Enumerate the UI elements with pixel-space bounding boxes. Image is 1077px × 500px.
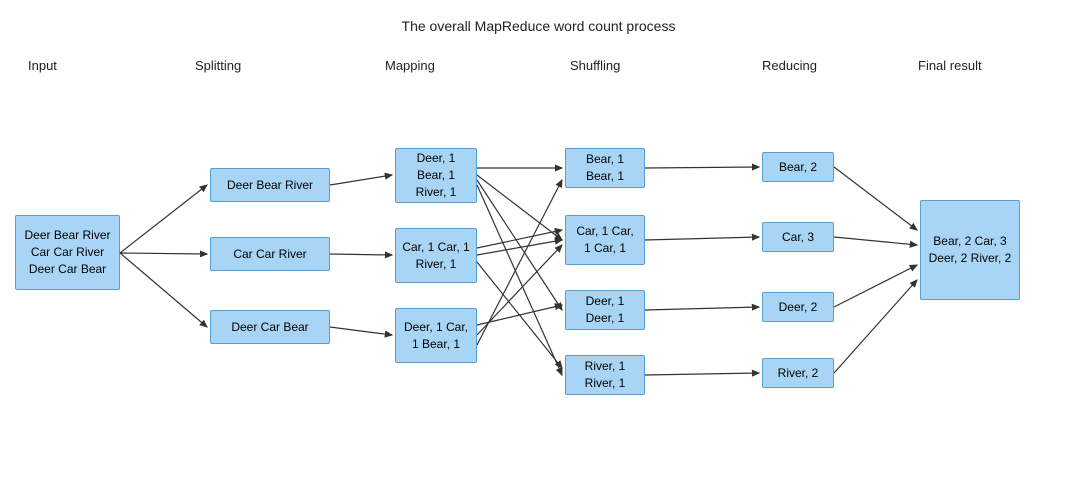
- label-splitting: Splitting: [195, 58, 241, 73]
- map2-box: Car, 1 Car, 1 River, 1: [395, 228, 477, 283]
- split1-box: Deer Bear River: [210, 168, 330, 202]
- red2-box: Car, 3: [762, 222, 834, 252]
- label-shuffling: Shuffling: [570, 58, 620, 73]
- map1-box: Deer, 1 Bear, 1 River, 1: [395, 148, 477, 203]
- label-final: Final result: [918, 58, 982, 73]
- label-input: Input: [28, 58, 57, 73]
- split2-box: Car Car River: [210, 237, 330, 271]
- label-mapping: Mapping: [385, 58, 435, 73]
- final-box: Bear, 2 Car, 3 Deer, 2 River, 2: [920, 200, 1020, 300]
- shuf4-box: River, 1 River, 1: [565, 355, 645, 395]
- red4-box: River, 2: [762, 358, 834, 388]
- shuf3-box: Deer, 1 Deer, 1: [565, 290, 645, 330]
- label-reducing: Reducing: [762, 58, 817, 73]
- map3-box: Deer, 1 Car, 1 Bear, 1: [395, 308, 477, 363]
- shuf2-box: Car, 1 Car, 1 Car, 1: [565, 215, 645, 265]
- input-box: Deer Bear River Car Car River Deer Car B…: [15, 215, 120, 290]
- shuf1-box: Bear, 1 Bear, 1: [565, 148, 645, 188]
- split3-box: Deer Car Bear: [210, 310, 330, 344]
- page-title: The overall MapReduce word count process: [0, 0, 1077, 34]
- red1-box: Bear, 2: [762, 152, 834, 182]
- red3-box: Deer, 2: [762, 292, 834, 322]
